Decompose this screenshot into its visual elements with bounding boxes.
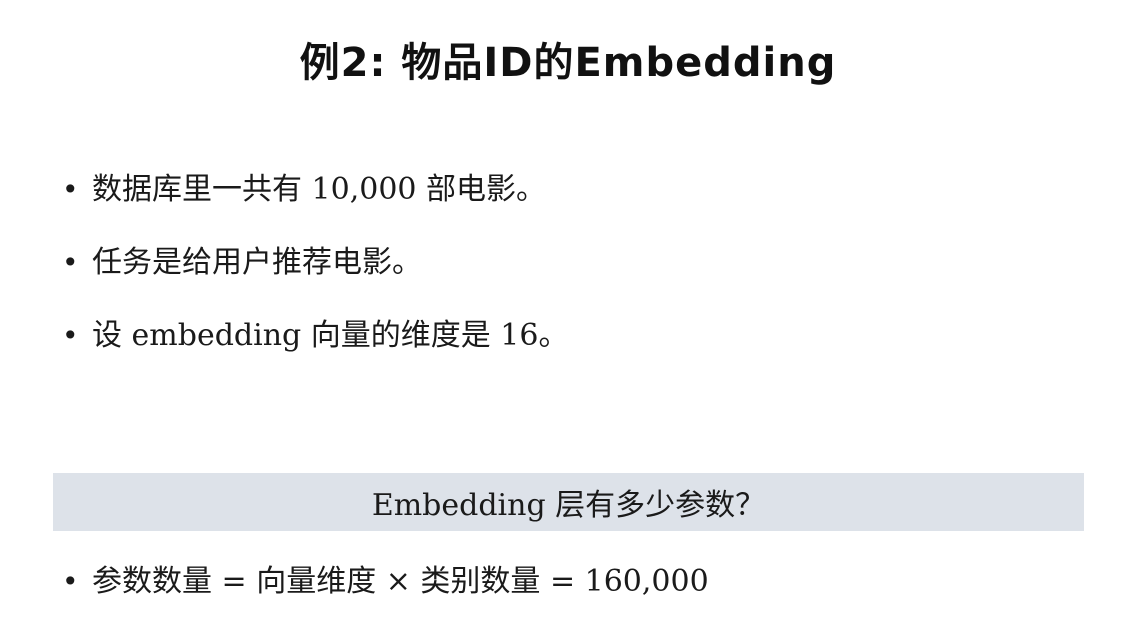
bullet-item-dimension: • 设 embedding 向量的维度是 16。 — [60, 318, 568, 354]
slide-title: 例2: 物品ID的Embedding — [299, 40, 837, 86]
bullet-list: • 数据库里一共有 10,000 部电影。 • 任务是给用户推荐电影。 • 设 … — [60, 172, 568, 391]
question-text: Embedding 层有多少参数？ — [371, 488, 766, 523]
answer-item: • 参数数量 = 向量维度 × 类别数量 = 160,000 — [60, 562, 709, 602]
bullet-text: 任务是给用户推荐电影。 — [92, 245, 422, 280]
question-box: Embedding 层有多少参数？ — [53, 473, 1084, 531]
bullet-dot-icon: • — [62, 173, 79, 206]
bullet-dot-icon: • — [62, 246, 79, 279]
bullet-text: 数据库里一共有 10,000 部电影。 — [92, 172, 547, 207]
bullet-item-movie-count: • 数据库里一共有 10,000 部电影。 — [60, 172, 568, 208]
bullet-text: 设 embedding 向量的维度是 16。 — [92, 318, 569, 353]
bullet-dot-icon: • — [62, 319, 79, 352]
answer-text: 参数数量 = 向量维度 × 类别数量 = 160,000 — [92, 564, 709, 599]
bullet-item-task: • 任务是给用户推荐电影。 — [60, 245, 568, 281]
slide: 例2: 物品ID的Embedding • 数据库里一共有 10,000 部电影。… — [0, 0, 1136, 621]
bullet-dot-icon: • — [62, 565, 79, 598]
